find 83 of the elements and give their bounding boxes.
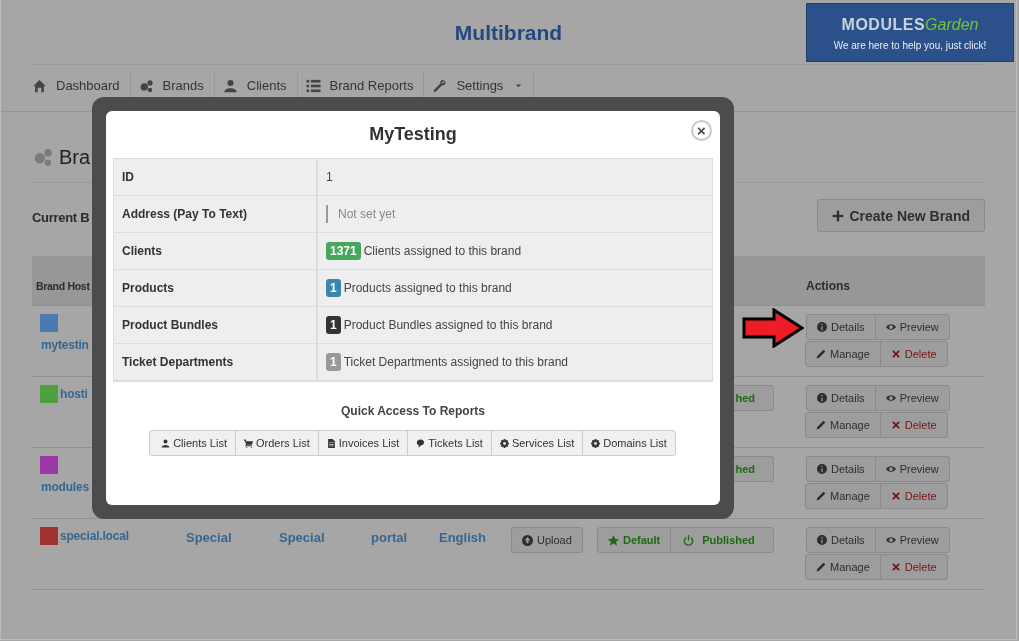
action-button[interactable]: Details	[806, 385, 876, 411]
page-heading: Bra	[59, 145, 91, 170]
row-label: Ticket Departments	[114, 344, 318, 380]
count-badge: 1	[326, 316, 341, 334]
close-button[interactable]: ×	[691, 120, 712, 141]
row-value: 1	[326, 170, 333, 184]
report-button[interactable]: Clients List	[149, 430, 236, 456]
row-label: Address (Pay To Text)	[114, 196, 318, 232]
modal-title: MyTesting	[369, 124, 457, 145]
report-button[interactable]: Orders List	[234, 430, 319, 456]
logo-text: MODULES	[841, 16, 926, 34]
logo-text: Garden	[925, 16, 979, 34]
eye-icon	[885, 535, 896, 545]
pencil-icon	[816, 420, 826, 430]
cart-icon	[243, 438, 253, 448]
action-button[interactable]: Details	[806, 456, 876, 482]
info-icon	[817, 322, 827, 332]
pencil-icon	[816, 562, 826, 572]
action-button[interactable]: Details	[806, 527, 876, 553]
action-button[interactable]: Delete	[879, 412, 948, 438]
section-heading: Current B	[32, 209, 90, 225]
section-title: Quick Access To Reports	[339, 404, 486, 418]
upload-button[interactable]: Upload	[511, 527, 583, 553]
report-button[interactable]: Invoices List	[317, 430, 409, 456]
row-label: Products	[114, 270, 318, 306]
cross-icon	[890, 562, 901, 572]
report-button[interactable]: Tickets List	[407, 430, 492, 456]
eye-icon	[885, 322, 896, 332]
count-badge: 1	[326, 279, 341, 297]
upload-icon	[522, 534, 533, 546]
cross-icon	[890, 491, 901, 501]
create-brand-button[interactable]: Create New Brand	[817, 199, 985, 232]
action-button[interactable]: Preview	[874, 527, 950, 553]
wrench-icon	[432, 78, 448, 93]
list-icon	[305, 78, 321, 93]
action-button[interactable]: Preview	[874, 456, 950, 482]
count-badge: 1371	[326, 242, 361, 260]
row-value: Not set yet	[326, 205, 396, 223]
action-button[interactable]: Details	[806, 314, 876, 340]
app-title: Multibrand	[454, 21, 563, 45]
home-icon	[32, 78, 47, 93]
cross-icon	[890, 420, 901, 430]
column-header: Actions	[806, 279, 850, 293]
user-icon	[222, 78, 238, 93]
row-label: Product Bundles	[114, 307, 318, 343]
action-button[interactable]: Preview	[874, 385, 950, 411]
pencil-icon	[816, 491, 826, 501]
speech-bubble-icon	[416, 438, 426, 448]
info-icon	[817, 535, 827, 545]
pencil-icon	[816, 349, 826, 359]
row-label: Clients	[114, 233, 318, 269]
count-badge: 1	[326, 353, 341, 371]
gear-icon	[499, 438, 509, 448]
plus-icon	[832, 209, 845, 222]
row-value: Ticket Departments assigned to this brand	[343, 355, 569, 369]
action-button[interactable]: Delete	[879, 554, 948, 580]
pointer-arrow	[742, 308, 804, 348]
action-button[interactable]: Manage	[805, 554, 881, 580]
action-button[interactable]: Preview	[874, 314, 950, 340]
action-button[interactable]: Manage	[805, 341, 881, 367]
gear-icon	[591, 438, 601, 448]
cross-icon	[890, 349, 901, 359]
action-button[interactable]: Manage	[805, 412, 881, 438]
info-icon	[817, 464, 827, 474]
info-icon	[817, 393, 827, 403]
power-icon	[683, 534, 695, 546]
help-banner[interactable]: MODULESGarden We are here to help you, just click!	[806, 3, 1014, 62]
eye-icon	[885, 393, 896, 403]
row-label: ID	[114, 159, 318, 195]
eye-icon	[885, 464, 896, 474]
star-icon	[608, 534, 619, 546]
column-header: Brand Host	[36, 280, 90, 292]
row-value: Clients assigned to this brand	[363, 244, 522, 258]
action-button[interactable]: Manage	[805, 483, 881, 509]
document-icon	[326, 438, 336, 448]
report-button[interactable]: Domains List	[582, 430, 676, 456]
user-icon	[161, 438, 171, 448]
banner-tagline: We are here to help you, just click!	[833, 40, 987, 51]
action-button[interactable]: Delete	[879, 483, 948, 509]
report-button[interactable]: Services List	[490, 430, 584, 456]
action-button[interactable]: Delete	[879, 341, 948, 367]
row-value: Product Bundles assigned to this brand	[343, 318, 553, 332]
row-value: Products assigned to this brand	[343, 281, 512, 295]
